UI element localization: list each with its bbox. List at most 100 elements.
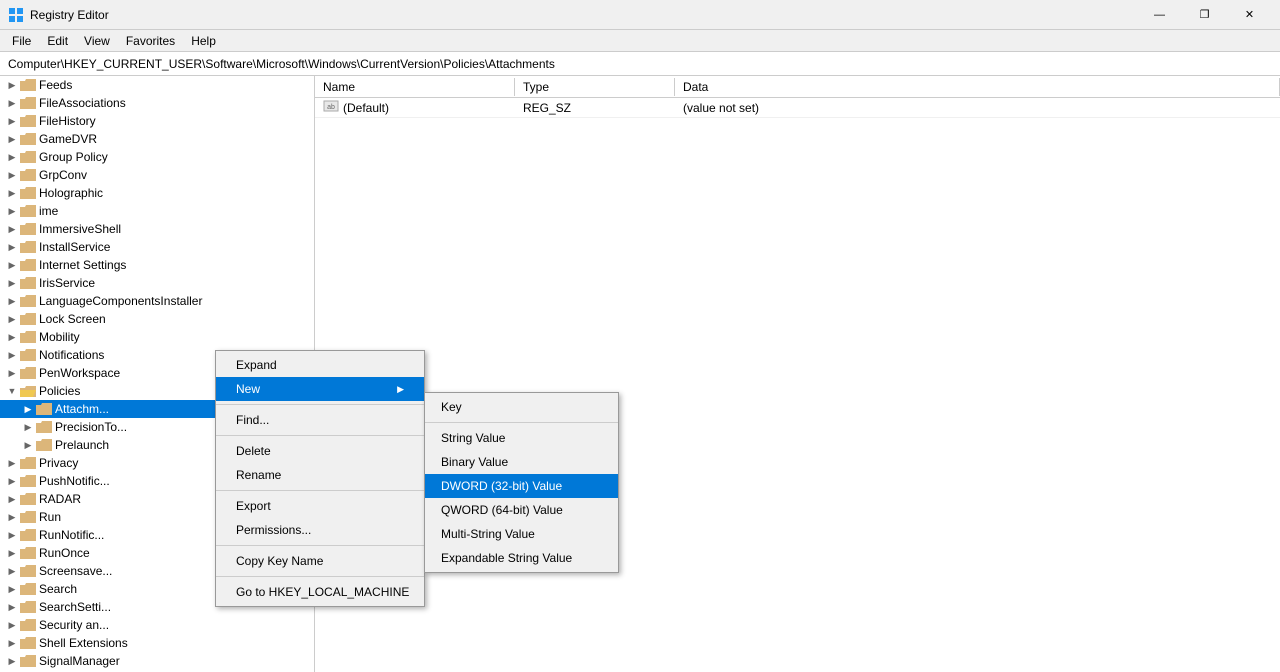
folder-open-icon <box>20 384 36 398</box>
submenu-expandable-string-value[interactable]: Expandable String Value <box>425 546 618 570</box>
tree-item-shellextensions[interactable]: ▶ Shell Extensions <box>0 634 314 652</box>
context-menu-new[interactable]: New <box>216 377 424 401</box>
submenu-key[interactable]: Key <box>425 395 618 419</box>
maximize-button[interactable]: ❐ <box>1182 0 1227 30</box>
expand-icon: ▶ <box>4 95 20 111</box>
folder-icon <box>20 618 36 632</box>
data-row-default[interactable]: ab (Default) REG_SZ (value not set) <box>315 98 1280 118</box>
column-header-data: Data <box>675 78 1280 96</box>
menu-edit[interactable]: Edit <box>39 32 76 50</box>
expand-icon: ▶ <box>4 491 20 507</box>
context-menu-delete[interactable]: Delete <box>216 439 424 463</box>
folder-selected-icon <box>36 402 52 416</box>
data-cell-name: ab (Default) <box>315 97 515 118</box>
folder-icon <box>36 438 52 452</box>
close-button[interactable]: ✕ <box>1227 0 1272 30</box>
folder-icon <box>20 78 36 92</box>
expand-icon: ▶ <box>4 365 20 381</box>
right-panel-header: Name Type Data <box>315 76 1280 98</box>
expand-icon: ▶ <box>4 473 20 489</box>
tree-item-mobility[interactable]: ▶ Mobility <box>0 328 314 346</box>
expand-icon: ▶ <box>20 437 36 453</box>
expand-icon: ▶ <box>4 221 20 237</box>
expand-icon: ▶ <box>4 149 20 165</box>
tree-item-immersiveshell[interactable]: ▶ ImmersiveShell <box>0 220 314 238</box>
context-menu-expand[interactable]: Expand <box>216 353 424 377</box>
tree-item-filehistory[interactable]: ▶ FileHistory <box>0 112 314 130</box>
expand-icon: ▶ <box>4 653 20 669</box>
context-menu-permissions[interactable]: Permissions... <box>216 518 424 542</box>
folder-icon <box>20 474 36 488</box>
folder-icon <box>20 96 36 110</box>
default-value-icon: ab <box>323 99 339 116</box>
submenu-multi-string-value[interactable]: Multi-String Value <box>425 522 618 546</box>
folder-icon <box>20 528 36 542</box>
main-container: ▶ Feeds ▶ FileAssociations ▶ FileHistory… <box>0 76 1280 672</box>
context-menu-separator-1 <box>216 404 424 405</box>
submenu-dword-value[interactable]: DWORD (32-bit) Value <box>425 474 618 498</box>
folder-icon <box>20 510 36 524</box>
expand-icon: ▶ <box>4 347 20 363</box>
tree-item-gamedvr[interactable]: ▶ GameDVR <box>0 130 314 148</box>
tree-item-security[interactable]: ▶ Security an... <box>0 616 314 634</box>
menu-view[interactable]: View <box>76 32 118 50</box>
submenu-qword-value[interactable]: QWORD (64-bit) Value <box>425 498 618 522</box>
menu-bar: File Edit View Favorites Help <box>0 30 1280 52</box>
menu-favorites[interactable]: Favorites <box>118 32 183 50</box>
submenu: Key String Value Binary Value DWORD (32-… <box>424 392 619 573</box>
tree-item-grouppolicy[interactable]: ▶ Group Policy <box>0 148 314 166</box>
tree-item-feeds[interactable]: ▶ Feeds <box>0 76 314 94</box>
submenu-binary-value[interactable]: Binary Value <box>425 450 618 474</box>
folder-icon <box>20 456 36 470</box>
column-header-name: Name <box>315 78 515 96</box>
folder-icon <box>20 222 36 236</box>
tree-item-ime[interactable]: ▶ ime <box>0 202 314 220</box>
tree-item-installservice[interactable]: ▶ InstallService <box>0 238 314 256</box>
folder-icon <box>20 582 36 596</box>
expand-icon: ▶ <box>4 167 20 183</box>
folder-icon <box>20 240 36 254</box>
expand-icon: ▶ <box>4 131 20 147</box>
tree-item-irisservice[interactable]: ▶ IrisService <box>0 274 314 292</box>
folder-icon <box>20 654 36 668</box>
expand-icon: ▶ <box>4 545 20 561</box>
tree-item-fileassociations[interactable]: ▶ FileAssociations <box>0 94 314 112</box>
expand-icon: ▶ <box>4 509 20 525</box>
tree-item-lockscreen[interactable]: ▶ Lock Screen <box>0 310 314 328</box>
expand-icon: ▶ <box>4 77 20 93</box>
context-menu-goto-hklm[interactable]: Go to HKEY_LOCAL_MACHINE <box>216 580 424 604</box>
folder-icon <box>20 546 36 560</box>
folder-icon <box>36 420 52 434</box>
tree-item-signalmanager[interactable]: ▶ SignalManager <box>0 652 314 670</box>
expand-icon: ▶ <box>4 275 20 291</box>
data-cell-type: REG_SZ <box>515 99 675 117</box>
folder-icon <box>20 186 36 200</box>
right-panel: Name Type Data ab (Default) REG_SZ (valu… <box>315 76 1280 672</box>
expand-icon: ▶ <box>4 257 20 273</box>
folder-icon <box>20 348 36 362</box>
tree-item-languagecomponents[interactable]: ▶ LanguageComponentsInstaller <box>0 292 314 310</box>
app-icon <box>8 7 24 23</box>
tree-item-grpconv[interactable]: ▶ GrpConv <box>0 166 314 184</box>
context-menu-find[interactable]: Find... <box>216 408 424 432</box>
folder-icon <box>20 150 36 164</box>
context-menu-separator-4 <box>216 545 424 546</box>
folder-icon <box>20 636 36 650</box>
menu-file[interactable]: File <box>4 32 39 50</box>
context-menu-rename[interactable]: Rename <box>216 463 424 487</box>
context-menu-copy-key-name[interactable]: Copy Key Name <box>216 549 424 573</box>
submenu-string-value[interactable]: String Value <box>425 426 618 450</box>
tree-item-internetsettings[interactable]: ▶ Internet Settings <box>0 256 314 274</box>
data-cell-data: (value not set) <box>675 99 1280 117</box>
expand-icon: ▶ <box>4 563 20 579</box>
address-bar: Computer\HKEY_CURRENT_USER\Software\Micr… <box>0 52 1280 76</box>
address-path: Computer\HKEY_CURRENT_USER\Software\Micr… <box>8 57 555 71</box>
context-menu-export[interactable]: Export <box>216 494 424 518</box>
tree-item-holographic[interactable]: ▶ Holographic <box>0 184 314 202</box>
expand-icon: ▶ <box>4 329 20 345</box>
minimize-button[interactable]: — <box>1137 0 1182 30</box>
window-title: Registry Editor <box>30 8 1137 22</box>
folder-icon <box>20 492 36 506</box>
context-menu-separator-2 <box>216 435 424 436</box>
menu-help[interactable]: Help <box>183 32 224 50</box>
